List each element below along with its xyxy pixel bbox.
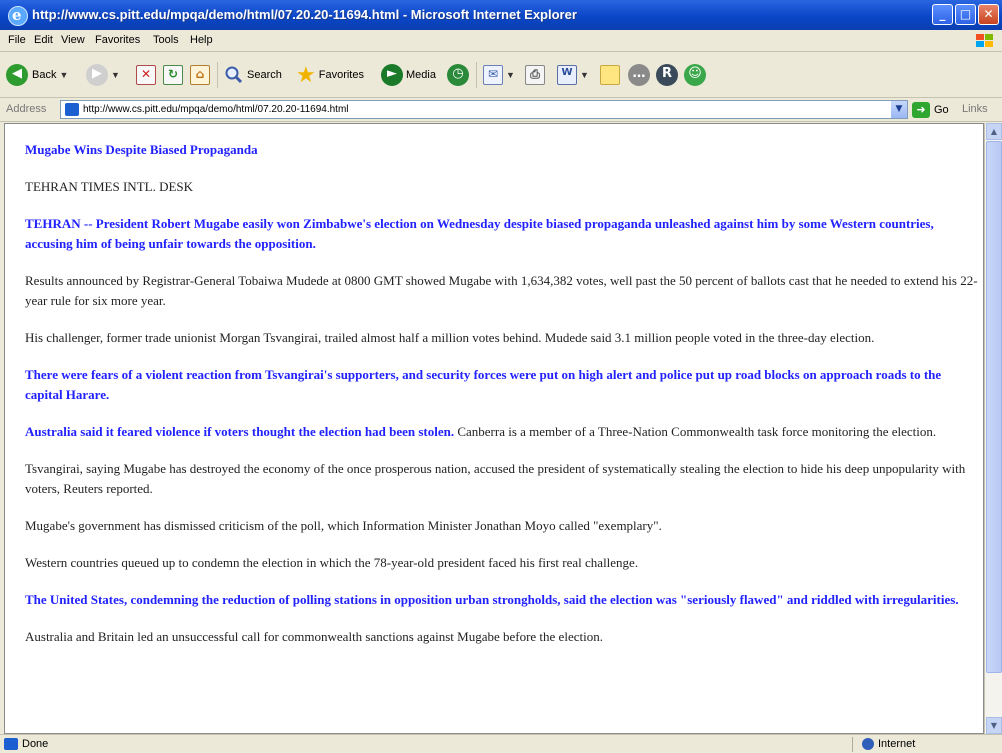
media-label: Media: [406, 69, 436, 81]
address-url: http://www.cs.pitt.edu/mpqa/demo/html/07…: [83, 104, 349, 115]
chevron-down-icon: ▼: [580, 70, 589, 80]
history-icon: ◷: [447, 64, 469, 86]
forward-arrow-icon: ▶: [86, 64, 108, 86]
article-paragraph: Western countries queued up to condemn t…: [25, 555, 639, 570]
research-button[interactable]: R: [656, 61, 678, 89]
article-paragraph: TEHRAN -- President Robert Mugabe easily…: [25, 216, 934, 251]
address-bar: Address http://www.cs.pitt.edu/mpqa/demo…: [0, 98, 1002, 122]
ie-icon: e: [8, 6, 28, 26]
article-paragraph: Australia and Britain led an unsuccessfu…: [25, 629, 603, 644]
stop-icon: ✕: [136, 65, 156, 85]
status-text: Done: [22, 738, 49, 750]
status-divider: [852, 737, 853, 752]
article-paragraph: Mugabe's government has dismissed critic…: [25, 518, 662, 533]
media-icon: ►: [381, 64, 403, 86]
print-button[interactable]: ⎙: [525, 61, 545, 89]
headline: Mugabe Wins Despite Biased Propaganda: [25, 142, 258, 157]
title-bar: e http://www.cs.pitt.edu/mpqa/demo/html/…: [0, 0, 1002, 30]
word-icon: W: [557, 65, 577, 85]
article: Mugabe Wins Despite Biased Propaganda TE…: [25, 140, 980, 647]
print-icon: ⎙: [525, 65, 545, 85]
article-paragraph: Australia said it feared violence if vot…: [25, 422, 980, 442]
page-icon: [65, 103, 79, 116]
article-paragraph: There were fears of a violent reaction f…: [25, 367, 942, 402]
article-paragraph: Results announced by Registrar-General T…: [25, 273, 978, 308]
menu-file[interactable]: File: [8, 34, 26, 46]
address-input[interactable]: http://www.cs.pitt.edu/mpqa/demo/html/07…: [60, 100, 908, 119]
security-zone: Internet: [878, 738, 916, 750]
address-label: Address: [6, 103, 47, 115]
search-icon: [225, 66, 243, 84]
search-button[interactable]: Search: [224, 61, 282, 89]
article-paragraph: The United States, condemning the reduct…: [25, 592, 959, 607]
go-label: Go: [934, 104, 949, 116]
favorites-label: Favorites: [318, 69, 364, 81]
links-button[interactable]: Links: [962, 103, 988, 115]
menu-view[interactable]: View: [61, 34, 85, 46]
back-button[interactable]: ◀ Back ▼: [6, 61, 68, 89]
minimize-button[interactable]: _: [932, 4, 953, 25]
window-title: http://www.cs.pitt.edu/mpqa/demo/html/07…: [32, 7, 577, 22]
toolbar: ◀ Back ▼ ▶ ▼ ✕ ↻ ⌂ Search ★ Favorites ► …: [0, 52, 1002, 98]
scroll-down-button[interactable]: ▼: [986, 717, 1002, 734]
scroll-up-button[interactable]: ▲: [986, 123, 1002, 140]
stop-button[interactable]: ✕: [136, 61, 156, 89]
chevron-down-icon: ▼: [59, 70, 69, 80]
address-dropdown-icon[interactable]: ▼: [891, 101, 907, 118]
favorites-button[interactable]: ★ Favorites: [296, 61, 364, 89]
star-icon: ★: [296, 62, 316, 87]
home-button[interactable]: ⌂: [190, 61, 210, 89]
toolbar-divider: [217, 62, 218, 88]
history-button[interactable]: ◷: [447, 61, 469, 89]
discuss-button[interactable]: …: [628, 61, 650, 89]
scroll-thumb[interactable]: [986, 141, 1002, 673]
back-arrow-icon: ◀: [6, 64, 28, 86]
status-bar: Done Internet: [0, 734, 1002, 753]
go-button[interactable]: ➜ Go: [912, 101, 949, 119]
refresh-icon: ↻: [163, 65, 183, 85]
windows-logo-icon: [976, 34, 993, 47]
article-paragraph: His challenger, former trade unionist Mo…: [25, 330, 875, 345]
article-paragraph: Tsvangirai, saying Mugabe has destroyed …: [25, 461, 966, 496]
media-button[interactable]: ► Media: [381, 61, 436, 89]
discuss-icon: …: [628, 64, 650, 86]
messenger-button[interactable]: ☺: [684, 61, 706, 89]
notes-button[interactable]: [600, 61, 620, 89]
toolbar-divider: [476, 62, 477, 88]
chevron-down-icon: ▼: [111, 70, 120, 80]
menu-favorites[interactable]: Favorites: [95, 34, 140, 46]
menu-edit[interactable]: Edit: [34, 34, 53, 46]
globe-icon: [862, 738, 874, 750]
research-icon: R: [656, 64, 678, 86]
mail-icon: ✉: [483, 65, 503, 85]
forward-button[interactable]: ▶ ▼: [86, 61, 120, 89]
go-arrow-icon: ➜: [912, 102, 930, 118]
vertical-scrollbar[interactable]: ▲ ▼: [984, 123, 1002, 734]
back-label: Back: [32, 69, 57, 81]
desk-line: TEHRAN TIMES INTL. DESK: [25, 179, 194, 194]
mail-button[interactable]: ✉ ▼: [483, 61, 515, 89]
chevron-down-icon: ▼: [506, 70, 515, 80]
page-viewport: Mugabe Wins Despite Biased Propaganda TE…: [4, 123, 984, 734]
page-icon: [4, 738, 18, 750]
plain-sentence: Canberra is a member of a Three-Nation C…: [454, 424, 937, 439]
maximize-button[interactable]: □: [955, 4, 976, 25]
note-icon: [600, 65, 620, 85]
messenger-icon: ☺: [684, 64, 706, 86]
edit-button[interactable]: W ▼: [557, 61, 589, 89]
highlighted-sentence: Australia said it feared violence if vot…: [25, 424, 455, 439]
search-label: Search: [247, 69, 282, 81]
home-icon: ⌂: [190, 65, 210, 85]
menu-bar: File Edit View Favorites Tools Help: [0, 30, 1002, 52]
menu-tools[interactable]: Tools: [153, 34, 179, 46]
refresh-button[interactable]: ↻: [163, 61, 183, 89]
menu-help[interactable]: Help: [190, 34, 213, 46]
close-button[interactable]: ✕: [978, 4, 999, 25]
